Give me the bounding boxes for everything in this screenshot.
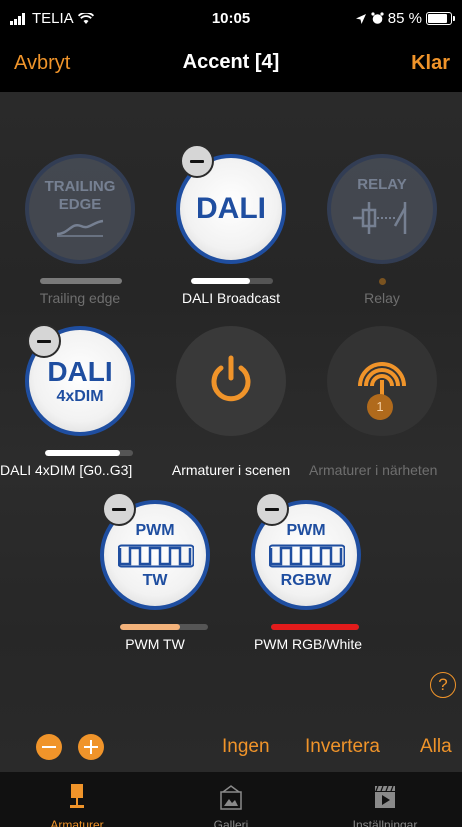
fixture-trailing-edge[interactable]: TRAILING EDGE Trailing edge xyxy=(5,154,155,314)
fixture-scene[interactable]: Armaturer i scenen xyxy=(156,326,306,486)
invert-selection-button[interactable]: Invertera xyxy=(305,736,380,758)
tab-bar: Armaturer Galleri Inställningar xyxy=(0,772,462,827)
select-none-button[interactable]: Ingen xyxy=(222,736,270,758)
scene-label: Armaturer i scenen xyxy=(171,462,291,478)
relay-text: RELAY xyxy=(357,176,407,193)
battery-icon xyxy=(426,12,455,25)
trailing-edge-label: Trailing edge xyxy=(39,290,121,306)
selection-toolbar: Ingen Invertera Alla xyxy=(0,724,462,772)
fixture-relay[interactable]: RELAY Relay xyxy=(307,154,457,314)
pwm-rgbw-line2: RGBW xyxy=(280,572,332,589)
trailing-edge-level-bar xyxy=(40,278,122,284)
trailing-edge-line2: EDGE xyxy=(58,196,102,213)
pwm-tw-line2: TW xyxy=(142,572,168,589)
pwm-rgbw-level-bar xyxy=(271,624,359,630)
dali-level-bar xyxy=(191,278,273,284)
trailing-edge-line1: TRAILING xyxy=(44,178,116,195)
increase-button[interactable] xyxy=(78,734,104,760)
remove-dali-button[interactable] xyxy=(180,144,214,178)
select-all-button[interactable]: Alla xyxy=(420,736,452,758)
fixture-nearby[interactable]: 1 Armaturer i närheten xyxy=(307,326,457,486)
fixture-dali-4xdim[interactable]: DALI 4xDIM DALI 4xDIM [G0..G3] xyxy=(0,324,155,486)
status-bar: TELIA 10:05 85 % xyxy=(0,0,462,36)
trailing-edge-icon: TRAILING EDGE xyxy=(25,154,135,264)
nearby-count-badge: 1 xyxy=(367,394,393,420)
dali-4xdim-line1: DALI xyxy=(47,356,113,387)
tab-gallery[interactable]: Galleri xyxy=(154,772,308,827)
tab-fixtures-label: Armaturer xyxy=(50,818,104,827)
relay-icon: RELAY xyxy=(327,154,437,264)
fixture-dali-broadcast[interactable]: DALI DALI Broadcast xyxy=(156,144,306,314)
wave-curve-icon xyxy=(56,219,104,237)
pwm-tw-level-bar xyxy=(120,624,208,630)
relay-switch-icon xyxy=(353,202,407,234)
dali-4xdim-level-bar xyxy=(45,450,133,456)
fixture-grid: TRAILING EDGE Trailing edge DALI DALI Br… xyxy=(0,92,462,772)
dali-4xdim-line2: 4xDIM xyxy=(56,388,104,405)
dali-broadcast-label: DALI Broadcast xyxy=(181,290,281,306)
page-title: Accent [4] xyxy=(182,51,280,73)
relay-state-dot xyxy=(379,278,386,285)
tab-settings-label: Inställningar xyxy=(352,818,418,827)
tab-fixtures[interactable]: Armaturer xyxy=(0,772,154,827)
remove-pwm-rgbw-button[interactable] xyxy=(255,492,289,526)
nearby-label: Armaturer i närheten xyxy=(309,462,438,478)
pwm-wave-icon xyxy=(269,544,345,568)
lamp-icon xyxy=(70,784,84,808)
tab-gallery-label: Galleri xyxy=(213,818,249,827)
decrease-button[interactable] xyxy=(36,734,62,760)
pwm-tw-label: PWM TW xyxy=(125,636,185,652)
fixture-pwm-tw[interactable]: PWM TW PWM TW xyxy=(80,492,230,660)
status-right-group: 85 % xyxy=(355,10,455,27)
nearby-icon: 1 xyxy=(327,326,437,436)
power-icon xyxy=(211,355,251,402)
scene-icon xyxy=(176,326,286,436)
dali-text: DALI xyxy=(196,192,266,225)
navigation-bar: Avbryt Accent [4] Klar xyxy=(0,36,462,92)
battery-percent: 85 % xyxy=(387,10,422,27)
pwm-rgbw-label: PWM RGB/White xyxy=(253,636,363,652)
remove-dali-4xdim-button[interactable] xyxy=(27,324,61,358)
pwm-wave-icon xyxy=(118,544,194,568)
relay-label: Relay xyxy=(364,290,400,306)
alarm-icon xyxy=(371,12,384,24)
location-arrow-icon xyxy=(355,13,366,24)
gallery-icon xyxy=(220,785,242,810)
help-button[interactable]: ? xyxy=(430,672,456,698)
remove-pwm-tw-button[interactable] xyxy=(102,492,136,526)
tab-settings[interactable]: Inställningar xyxy=(308,772,462,827)
fixture-pwm-rgbw[interactable]: PWM RGBW PWM RGB/White xyxy=(231,492,381,660)
clapperboard-icon xyxy=(375,785,395,808)
done-button[interactable]: Klar xyxy=(411,52,450,75)
